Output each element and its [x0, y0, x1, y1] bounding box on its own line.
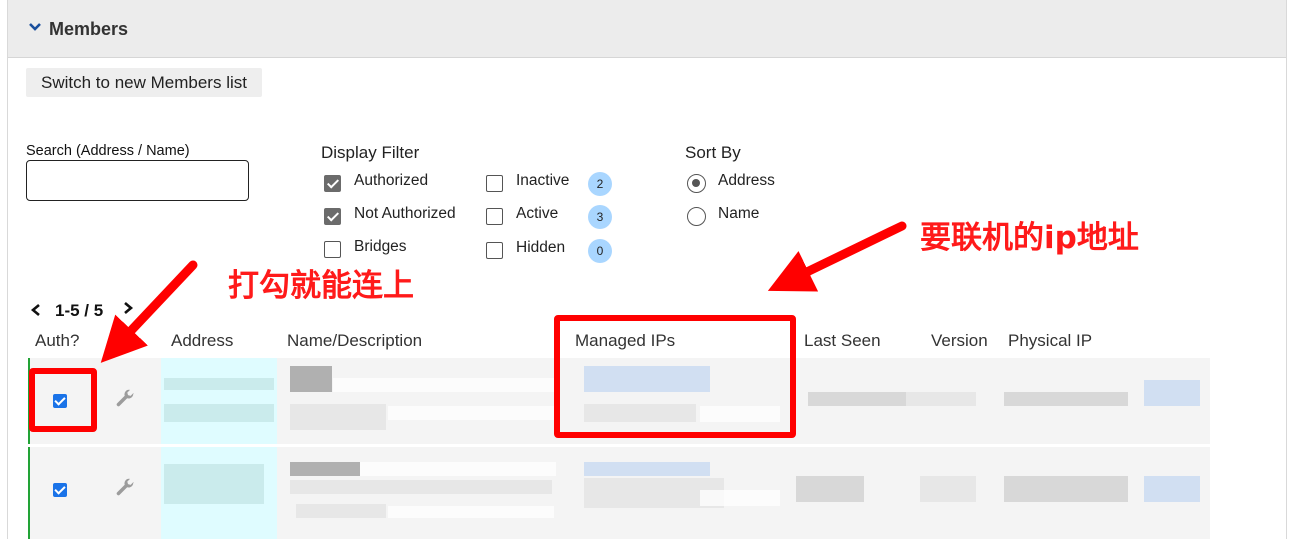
column-header-auth[interactable]: Auth? [35, 331, 79, 351]
redacted-version [920, 476, 976, 502]
search-input[interactable] [26, 160, 249, 201]
sort-address-label: Address [718, 172, 775, 189]
address-cell[interactable] [161, 358, 277, 444]
inactive-count-badge: 2 [588, 172, 612, 196]
active-count-badge: 3 [588, 205, 612, 229]
filter-inactive-checkbox[interactable] [486, 175, 503, 192]
redacted-physical-ip [1144, 476, 1200, 502]
ip-annotation-text: 要联机的ip地址 [920, 220, 1139, 256]
display-filter-title: Display Filter [321, 143, 420, 162]
filter-active-label: Active [516, 205, 559, 222]
search-label: Search (Address / Name) [26, 143, 190, 159]
redacted-managed-ip [584, 462, 710, 476]
filter-inactive-label: Inactive [516, 172, 570, 189]
sort-name-label: Name [718, 205, 760, 222]
redacted-description [290, 480, 552, 494]
column-header-physical-ip[interactable]: Physical IP [1008, 331, 1092, 351]
members-header[interactable] [8, 0, 1286, 58]
redacted-managed-ip [700, 490, 780, 506]
redacted-name [290, 366, 332, 392]
chevron-left-icon[interactable] [29, 302, 43, 318]
wrench-icon[interactable] [114, 388, 136, 410]
wrench-icon[interactable] [114, 477, 136, 499]
filter-authorized-label: Authorized [354, 172, 429, 189]
redacted-description [290, 404, 386, 430]
auth-checkbox[interactable] [53, 483, 67, 497]
pagination-range: 1-5 / 5 [55, 301, 104, 320]
redacted-name [333, 378, 555, 392]
redacted-description [388, 406, 554, 420]
sort-by-title: Sort By [685, 143, 741, 162]
managed-ips-highlight-box [554, 315, 796, 438]
members-title: Members [49, 19, 129, 39]
filter-not-authorized-label: Not Authorized [354, 205, 456, 222]
redacted-physical-ip [1004, 392, 1128, 406]
redacted-description [388, 506, 554, 518]
sort-address-radio[interactable] [687, 174, 706, 193]
redacted-physical-ip [1004, 476, 1128, 502]
auth-annotation-text: 打勾就能连上 [228, 268, 414, 304]
redacted-name [360, 462, 556, 476]
column-header-address[interactable]: Address [171, 331, 233, 351]
auth-highlight-box [29, 368, 97, 432]
filter-authorized-checkbox[interactable] [324, 175, 341, 192]
column-header-name[interactable]: Name/Description [287, 331, 422, 351]
chevron-down-icon[interactable] [28, 20, 42, 34]
filter-hidden-checkbox[interactable] [486, 242, 503, 259]
redacted-address [164, 464, 264, 504]
hidden-count-badge: 0 [588, 239, 612, 263]
redacted-address [164, 404, 274, 422]
redacted-description [296, 504, 386, 518]
filter-bridges-label: Bridges [354, 238, 407, 255]
redacted-last-seen [796, 476, 864, 502]
filter-hidden-label: Hidden [516, 239, 566, 256]
sort-name-radio[interactable] [687, 207, 706, 226]
redacted-name [290, 462, 360, 476]
column-header-version[interactable]: Version [931, 331, 988, 351]
redacted-last-seen [808, 392, 906, 406]
filter-bridges-checkbox[interactable] [324, 241, 341, 258]
filter-not-authorized-checkbox[interactable] [324, 208, 341, 225]
redacted-version [906, 392, 976, 406]
chevron-right-icon[interactable] [121, 300, 135, 316]
filter-active-checkbox[interactable] [486, 208, 503, 225]
column-header-last-seen[interactable]: Last Seen [804, 331, 881, 351]
redacted-address [164, 378, 274, 390]
redacted-physical-ip [1144, 380, 1200, 406]
switch-members-list-button[interactable]: Switch to new Members list [26, 68, 262, 97]
